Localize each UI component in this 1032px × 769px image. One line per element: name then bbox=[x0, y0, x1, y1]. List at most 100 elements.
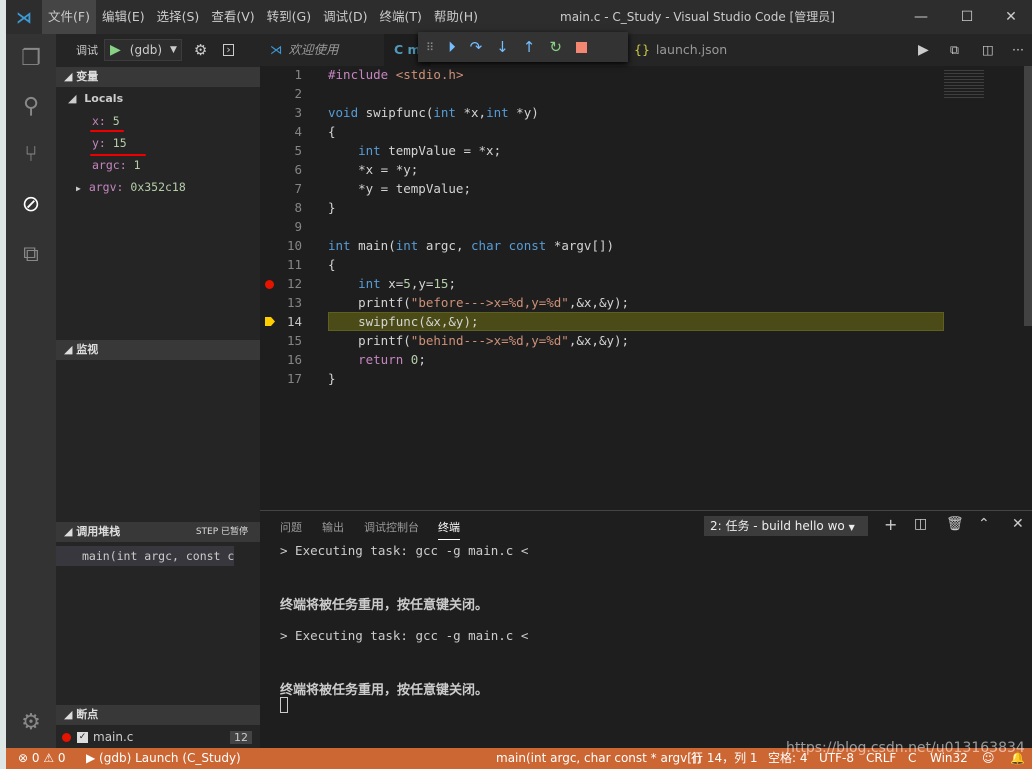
tab-output[interactable]: 输出 bbox=[322, 519, 344, 535]
breakpoint-item[interactable]: ✓ main.c 12 bbox=[62, 728, 252, 746]
menu-terminal[interactable]: 终端(T) bbox=[373, 0, 427, 34]
gear-icon[interactable]: ⚙ bbox=[194, 41, 207, 59]
menu-selection[interactable]: 选择(S) bbox=[151, 0, 206, 34]
new-terminal-icon[interactable]: + bbox=[884, 515, 897, 534]
code-line[interactable]: *x = *y; bbox=[328, 162, 418, 177]
code-line[interactable]: { bbox=[328, 124, 336, 139]
var-value: 0x352c18 bbox=[130, 180, 186, 194]
stack-frame[interactable]: main(int argc, const char bbox=[56, 546, 234, 566]
settings-gear-icon[interactable]: ⚙ bbox=[6, 698, 56, 746]
cursor-position[interactable]: 行 14，列 1 bbox=[691, 748, 758, 769]
watch-header[interactable]: ◢ 监视 bbox=[56, 340, 260, 360]
callstack-header[interactable]: ◢ 调用堆栈 STEP 已暂停 bbox=[56, 522, 260, 542]
code-token: ,&x,&y); bbox=[568, 333, 630, 348]
menu-goto[interactable]: 转到(G) bbox=[261, 0, 317, 34]
extensions-icon[interactable]: ⧉ bbox=[6, 230, 56, 278]
tab-launch-json[interactable]: {} launch.json bbox=[624, 34, 737, 66]
code-line[interactable]: { bbox=[328, 257, 336, 272]
terminal-select[interactable]: 2: 任务 - build hello wo ▼ bbox=[704, 516, 868, 536]
code-token: int bbox=[486, 105, 517, 120]
code-line[interactable]: #include <stdio.h> bbox=[328, 67, 463, 82]
open-changes-icon[interactable]: ⧉ bbox=[940, 34, 969, 66]
debug-icon[interactable]: ⊘ bbox=[6, 180, 56, 228]
menu-debug[interactable]: 调试(D) bbox=[317, 0, 373, 34]
editor-scrollbar[interactable] bbox=[1024, 66, 1032, 326]
continue-icon[interactable]: ⏵ bbox=[448, 38, 456, 56]
step-over-icon[interactable]: ↷ bbox=[470, 38, 483, 56]
menu-file[interactable]: 文件(F) bbox=[42, 0, 96, 34]
code-line[interactable]: *y = tempValue; bbox=[328, 181, 471, 196]
line-number: 3 bbox=[294, 105, 302, 120]
trash-icon[interactable]: 🗑 bbox=[946, 516, 964, 532]
close-window-button[interactable]: ✕ bbox=[988, 0, 1032, 34]
menu-edit[interactable]: 编辑(E) bbox=[96, 0, 151, 34]
step-into-icon[interactable]: ↓ bbox=[496, 38, 509, 56]
tab-terminal[interactable]: 终端 bbox=[438, 519, 460, 540]
tab-problems[interactable]: 问题 bbox=[280, 519, 302, 535]
code-line[interactable]: int tempValue = *x; bbox=[328, 143, 501, 158]
current-frame[interactable]: main(int argc, char const * argv[]) bbox=[496, 748, 701, 769]
drag-handle-icon[interactable]: ⠿ bbox=[426, 41, 434, 54]
code-line[interactable]: printf("before--->x=%d,y=%d",&x,&y); bbox=[328, 295, 629, 310]
minimap[interactable] bbox=[940, 66, 1030, 106]
minimize-button[interactable]: — bbox=[898, 0, 944, 34]
menu-help[interactable]: 帮助(H) bbox=[428, 0, 484, 34]
split-terminal-icon[interactable]: ◫ bbox=[914, 516, 927, 532]
breakpoints-header[interactable]: ◢ 断点 bbox=[56, 705, 260, 725]
maximize-button[interactable]: ☐ bbox=[944, 0, 990, 34]
close-panel-icon[interactable]: ✕ bbox=[1012, 516, 1024, 532]
variables-header[interactable]: ◢ 变量 bbox=[56, 67, 260, 87]
explorer-icon[interactable]: ❐ bbox=[6, 34, 56, 82]
step-out-icon[interactable]: ↑ bbox=[523, 38, 536, 56]
variable-argc[interactable]: argc: 1 bbox=[92, 158, 141, 172]
code-token: ,&x,&y); bbox=[568, 295, 630, 310]
start-debug-icon[interactable]: ▶ bbox=[105, 42, 126, 58]
variable-argv[interactable]: ▶ argv: 0x352c18 bbox=[76, 180, 186, 194]
debug-console-icon[interactable]: › bbox=[223, 44, 234, 56]
debug-config-name: (gdb) bbox=[129, 43, 162, 57]
more-actions-icon[interactable]: ··· bbox=[1002, 34, 1032, 66]
vscode-logo-icon: ⋊ bbox=[16, 7, 32, 27]
code-line[interactable]: void swipfunc(int *x,int *y) bbox=[328, 105, 539, 120]
menu-view[interactable]: 查看(V) bbox=[205, 0, 260, 34]
line-number: 7 bbox=[294, 181, 302, 196]
paused-status: STEP 已暂停 bbox=[195, 527, 248, 537]
expand-icon[interactable]: ▶ bbox=[76, 184, 81, 193]
debug-config-select[interactable]: ▶ (gdb) ▼ bbox=[104, 39, 182, 61]
code-token: 15 bbox=[433, 276, 449, 291]
debug-launch-status[interactable]: ▶ (gdb) Launch (C_Study) bbox=[86, 748, 241, 769]
code-line[interactable]: swipfunc(&x,&y); bbox=[328, 314, 478, 329]
code-line[interactable]: return 0; bbox=[328, 352, 426, 367]
line-number: 11 bbox=[286, 257, 302, 272]
line-number: 14 bbox=[286, 314, 302, 329]
code-token: ; bbox=[418, 352, 426, 367]
code-token: *y) bbox=[516, 105, 539, 120]
problems-status[interactable]: ⊗ 0 ⚠ 0 bbox=[18, 748, 66, 769]
tab-welcome[interactable]: ⋊ 欢迎使用 bbox=[260, 34, 380, 66]
chevron-down-icon: ▼ bbox=[170, 45, 177, 55]
chevron-down-icon: ▼ bbox=[848, 523, 855, 532]
code-line[interactable]: } bbox=[328, 200, 336, 215]
locals-scope[interactable]: ◢ Locals bbox=[68, 92, 123, 105]
code-line[interactable]: } bbox=[328, 371, 336, 386]
variable-y[interactable]: y: 15 bbox=[92, 136, 127, 150]
run-icon[interactable]: ▶ bbox=[908, 34, 939, 66]
checkbox[interactable]: ✓ bbox=[77, 731, 88, 743]
tab-debug-console[interactable]: 调试控制台 bbox=[364, 519, 419, 535]
split-editor-icon[interactable]: ◫ bbox=[972, 34, 1004, 66]
maximize-panel-icon[interactable]: ⌃ bbox=[978, 516, 990, 532]
stop-icon[interactable] bbox=[575, 41, 587, 53]
var-name: argc: bbox=[92, 158, 127, 172]
var-value: 5 bbox=[112, 114, 120, 128]
variable-x[interactable]: x: 5 bbox=[92, 114, 120, 128]
code-token: x= bbox=[388, 276, 404, 291]
code-line[interactable]: printf("behind--->x=%d,y=%d",&x,&y); bbox=[328, 333, 629, 348]
search-icon[interactable]: ⚲ bbox=[6, 82, 56, 130]
restart-icon[interactable]: ↻ bbox=[549, 38, 562, 56]
code-token: main( bbox=[358, 238, 396, 253]
code-line[interactable]: int x=5,y=15; bbox=[328, 276, 456, 291]
code-line[interactable]: int main(int argc, char const *argv[]) bbox=[328, 238, 614, 253]
source-control-icon[interactable]: ⑂ bbox=[6, 130, 56, 178]
